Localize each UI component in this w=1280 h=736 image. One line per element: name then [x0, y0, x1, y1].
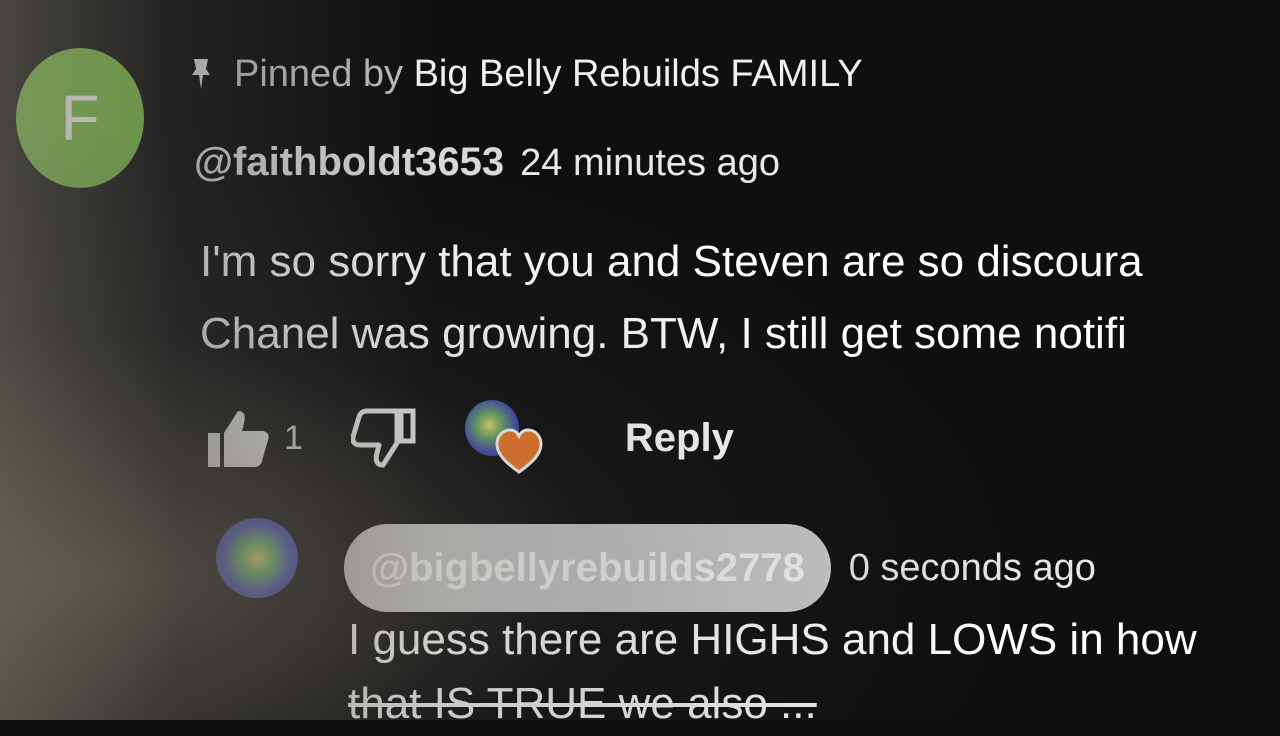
reply-avatar[interactable]: [216, 518, 298, 598]
reply-body: I guess there are HIGHS and LOWS in how …: [348, 608, 1280, 736]
reply-button[interactable]: Reply: [625, 408, 734, 469]
thumbs-up-icon: [208, 411, 269, 467]
comment-thread: F Pinned by Big Belly Rebuilds FAMILY @f…: [0, 0, 1280, 728]
comment-line: I'm so sorry that you and Steven are so …: [200, 237, 1143, 286]
pinned-channel-name: Big Belly Rebuilds FAMILY: [413, 52, 863, 95]
reply-line: that IS TRUE we also ...: [348, 679, 817, 728]
reply-meta: @bigbellyrebuilds2778 0 seconds ago: [344, 524, 1096, 612]
comment-line: Chanel was growing. BTW, I still get som…: [200, 309, 1127, 358]
reply-line: I guess there are HIGHS and LOWS in how: [348, 615, 1197, 664]
heart-icon: [495, 428, 543, 474]
thumbs-down-icon: [350, 408, 416, 468]
commenter-avatar[interactable]: F: [16, 48, 144, 188]
comment-actions: 1 Reply: [200, 398, 734, 478]
pin-icon: [192, 59, 210, 89]
comment-body: I'm so sorry that you and Steven are so …: [200, 226, 1280, 370]
channel-owner-chip[interactable]: @bigbellyrebuilds2778: [344, 524, 831, 612]
like-count: 1: [284, 418, 303, 457]
creator-heart-badge: [464, 400, 545, 476]
dislike-button[interactable]: [347, 403, 421, 473]
comment-meta: @faithboldt3653 24 minutes ago: [194, 140, 780, 185]
pinned-label: Pinned by: [234, 52, 404, 95]
commenter-handle[interactable]: @faithboldt3653: [194, 140, 504, 185]
reply-timestamp[interactable]: 0 seconds ago: [849, 547, 1096, 590]
comment-timestamp[interactable]: 24 minutes ago: [520, 142, 780, 185]
avatar-letter: F: [60, 82, 100, 154]
pinned-banner: Pinned by Big Belly Rebuilds FAMILY: [190, 48, 863, 100]
like-button[interactable]: [200, 403, 274, 473]
